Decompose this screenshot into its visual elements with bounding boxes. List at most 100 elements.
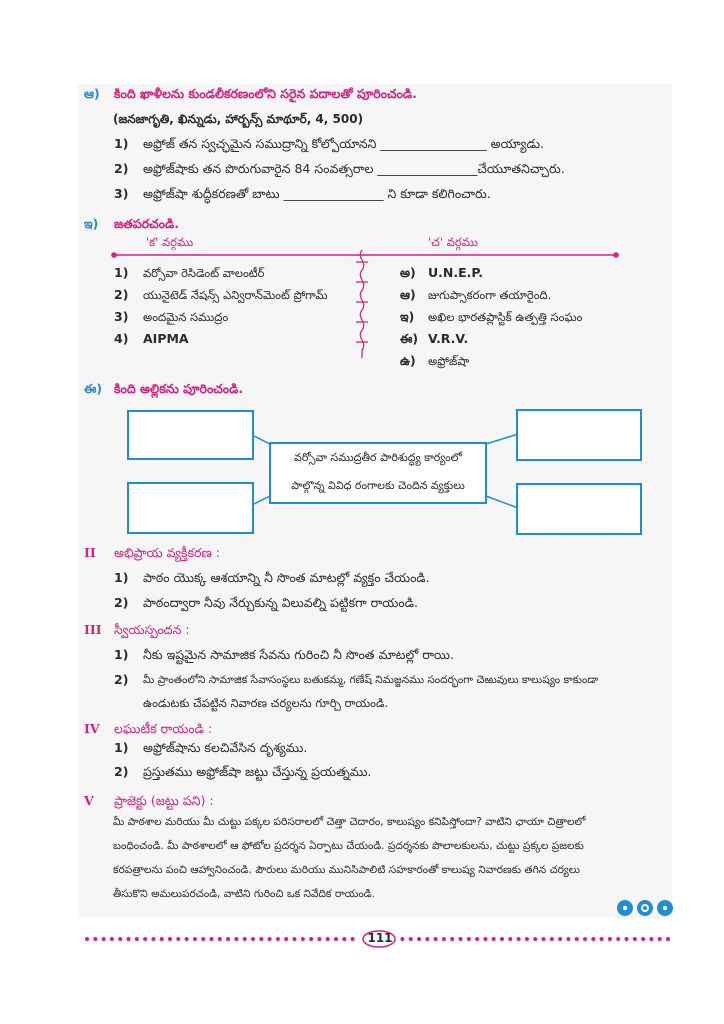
footer-dot bbox=[483, 937, 488, 941]
section-marker: V bbox=[84, 793, 94, 808]
item-number: ఉ) bbox=[400, 353, 416, 368]
item-number: ఈ) bbox=[400, 331, 419, 346]
footer-dot bbox=[574, 937, 579, 941]
footer-dot bbox=[616, 937, 621, 941]
item-number: 4) bbox=[114, 331, 129, 346]
footer-dot bbox=[201, 937, 206, 941]
match-left-item: అందమైన సముద్రం bbox=[143, 310, 229, 324]
footer-dot bbox=[176, 937, 181, 941]
footer-dot bbox=[226, 937, 231, 941]
footer-dot bbox=[591, 937, 596, 941]
page-number: 111 bbox=[367, 931, 393, 945]
answer-box-top-left[interactable] bbox=[127, 410, 254, 460]
footer-dot bbox=[549, 937, 554, 941]
footer-dot bbox=[607, 937, 612, 941]
answer-box-top-right[interactable] bbox=[516, 409, 642, 461]
item-number: అ) bbox=[400, 265, 416, 280]
footer-dot bbox=[599, 937, 604, 941]
item-number: 1) bbox=[114, 740, 129, 755]
footer-dot bbox=[126, 937, 131, 941]
footer-dot bbox=[184, 937, 189, 941]
footer-dot bbox=[458, 937, 463, 941]
question-text: మీ ప్రాంతంలోని సామాజిక సేవాసంస్థలు బతుకమ… bbox=[143, 674, 599, 686]
answer-box-bottom-right[interactable] bbox=[516, 483, 642, 535]
question-text: ప్రస్తుతము అఫ్రోజ్‌షా జట్టు చేస్తున్న ప్… bbox=[143, 764, 372, 779]
footer-dot bbox=[101, 937, 106, 941]
item-number: 1) bbox=[114, 136, 129, 151]
footer-dot bbox=[168, 937, 172, 941]
footer-dot bbox=[292, 937, 297, 941]
match-left-item: వర్సోవా రెసిడెంట్ వాలంటీర్ bbox=[143, 266, 265, 280]
footer-dot bbox=[284, 937, 289, 941]
footer-dot bbox=[259, 937, 264, 941]
item-number: 2) bbox=[114, 287, 129, 302]
word-bank: (జనజాగృతి, ఖిన్నుడు, హార్బన్స్ మాథూర్, 4… bbox=[113, 112, 364, 126]
item-number: 3) bbox=[114, 186, 129, 201]
section-marker: ఇ) bbox=[84, 216, 99, 231]
match-right-item: అఖిల భారతప్లాస్టిక్ ఉత్పత్తి సంఘం bbox=[428, 310, 583, 324]
footer-dot bbox=[441, 937, 446, 941]
fill-blank-question: అఫ్రోజ్‌షా శుద్ధీకరణతో బాటు ____________… bbox=[143, 186, 491, 201]
footer-dot bbox=[566, 937, 571, 941]
item-number: 1) bbox=[114, 647, 129, 662]
footer-dot bbox=[159, 937, 164, 941]
footer-dot bbox=[251, 937, 255, 941]
footer-dot bbox=[475, 937, 480, 941]
footer-dot bbox=[93, 937, 98, 941]
footer-dot bbox=[433, 937, 438, 941]
question-text: అఫ్రోజ్‌షాను కలచివేసిన దృశ్యము. bbox=[143, 740, 308, 755]
footer-dot bbox=[143, 937, 148, 941]
question-text: పాఠం యొక్క ఆశయాన్ని నీ సొంత మాటల్లో వ్యక… bbox=[143, 570, 430, 585]
item-number: 2) bbox=[114, 672, 129, 687]
section-title: లఘుటీక రాయండి : bbox=[114, 721, 213, 736]
match-right-item: V.R.V. bbox=[428, 331, 469, 346]
web-center-box: వర్సోవా సముద్రతీర పారిశుద్ధ్య కార్యంలో ప… bbox=[269, 442, 487, 504]
item-number: ఆ) bbox=[400, 287, 416, 302]
item-number: 1) bbox=[114, 570, 129, 585]
fill-blank-question: అఫ్రోజ్ తన స్వచ్ఛమైన సముద్రాన్ని కోల్పోయ… bbox=[143, 136, 545, 151]
project-paragraph-line: మీ పాఠశాల మరియు మీ చుట్టు పక్కల పరిసరాలల… bbox=[113, 816, 586, 828]
question-text: ఉండుటకు చేపట్టిన నివారణ చర్యలను గూర్చి ర… bbox=[143, 696, 389, 710]
section-marker: IV bbox=[84, 721, 100, 736]
section-title: కింది అల్లికను పూరించండి. bbox=[114, 381, 244, 396]
footer-dot bbox=[118, 937, 123, 941]
answer-box-bottom-left[interactable] bbox=[127, 482, 254, 534]
footer-dot bbox=[666, 937, 670, 941]
footer-dot bbox=[217, 937, 222, 941]
footer-dot bbox=[85, 937, 89, 941]
footer-dot bbox=[450, 937, 455, 941]
footer-dot bbox=[516, 937, 521, 941]
footer-dot bbox=[317, 937, 322, 941]
project-paragraph-line: బంధించండి. మీ పాఠశాలలో ఆ ఫోటోల ప్రదర్శన … bbox=[113, 840, 584, 852]
footer-dot bbox=[583, 937, 587, 941]
footer-dot bbox=[408, 937, 413, 941]
section-title: అభిప్రాయ వ్యక్తీకరణ : bbox=[114, 545, 221, 560]
footer-dot bbox=[300, 937, 305, 941]
item-number: 3) bbox=[114, 309, 129, 324]
web-center-line: వర్సోవా సముద్రతీర పారిశుద్ధ్య కార్యంలో bbox=[294, 451, 462, 464]
match-right-item: జుగుప్సాకరంగా తయారైంది. bbox=[428, 288, 552, 302]
section-marker: II bbox=[84, 545, 96, 560]
footer-dot bbox=[134, 937, 139, 941]
project-paragraph-line: తీసుకొని అమలుపరచండి, వాటిని గురించి ఒక న… bbox=[113, 888, 375, 900]
footer-dot bbox=[192, 937, 197, 941]
item-number: 1) bbox=[114, 265, 129, 280]
footer-dot bbox=[524, 937, 529, 941]
footer-dot bbox=[558, 937, 563, 941]
fill-blank-question: అఫ్రోజ్‌షాకు తన పొరుగువారైన 84 సంవత్సరాల… bbox=[143, 161, 565, 176]
section-title: జతపరచండి. bbox=[114, 216, 179, 231]
footer-dot bbox=[334, 937, 338, 941]
footer-dot bbox=[541, 937, 546, 941]
footer-dot bbox=[425, 937, 430, 941]
footer-dot bbox=[309, 937, 314, 941]
item-number: ఇ) bbox=[400, 309, 415, 324]
footer-dot bbox=[417, 937, 421, 941]
flower-ornament-icon bbox=[617, 900, 673, 916]
section-marker: ఈ) bbox=[84, 381, 103, 396]
item-number: 2) bbox=[114, 764, 129, 779]
footer-dot bbox=[500, 937, 504, 941]
footer-dot bbox=[151, 937, 156, 941]
question-text: నీకు ఇష్టమైన సామాజిక సేవను గురించి నీ సొ… bbox=[143, 647, 454, 662]
match-left-item: యునైటెడ్ నేషన్స్ ఎన్విరాన్‌మెంట్ ప్రోగామ… bbox=[143, 288, 328, 302]
footer-dot bbox=[350, 937, 355, 941]
